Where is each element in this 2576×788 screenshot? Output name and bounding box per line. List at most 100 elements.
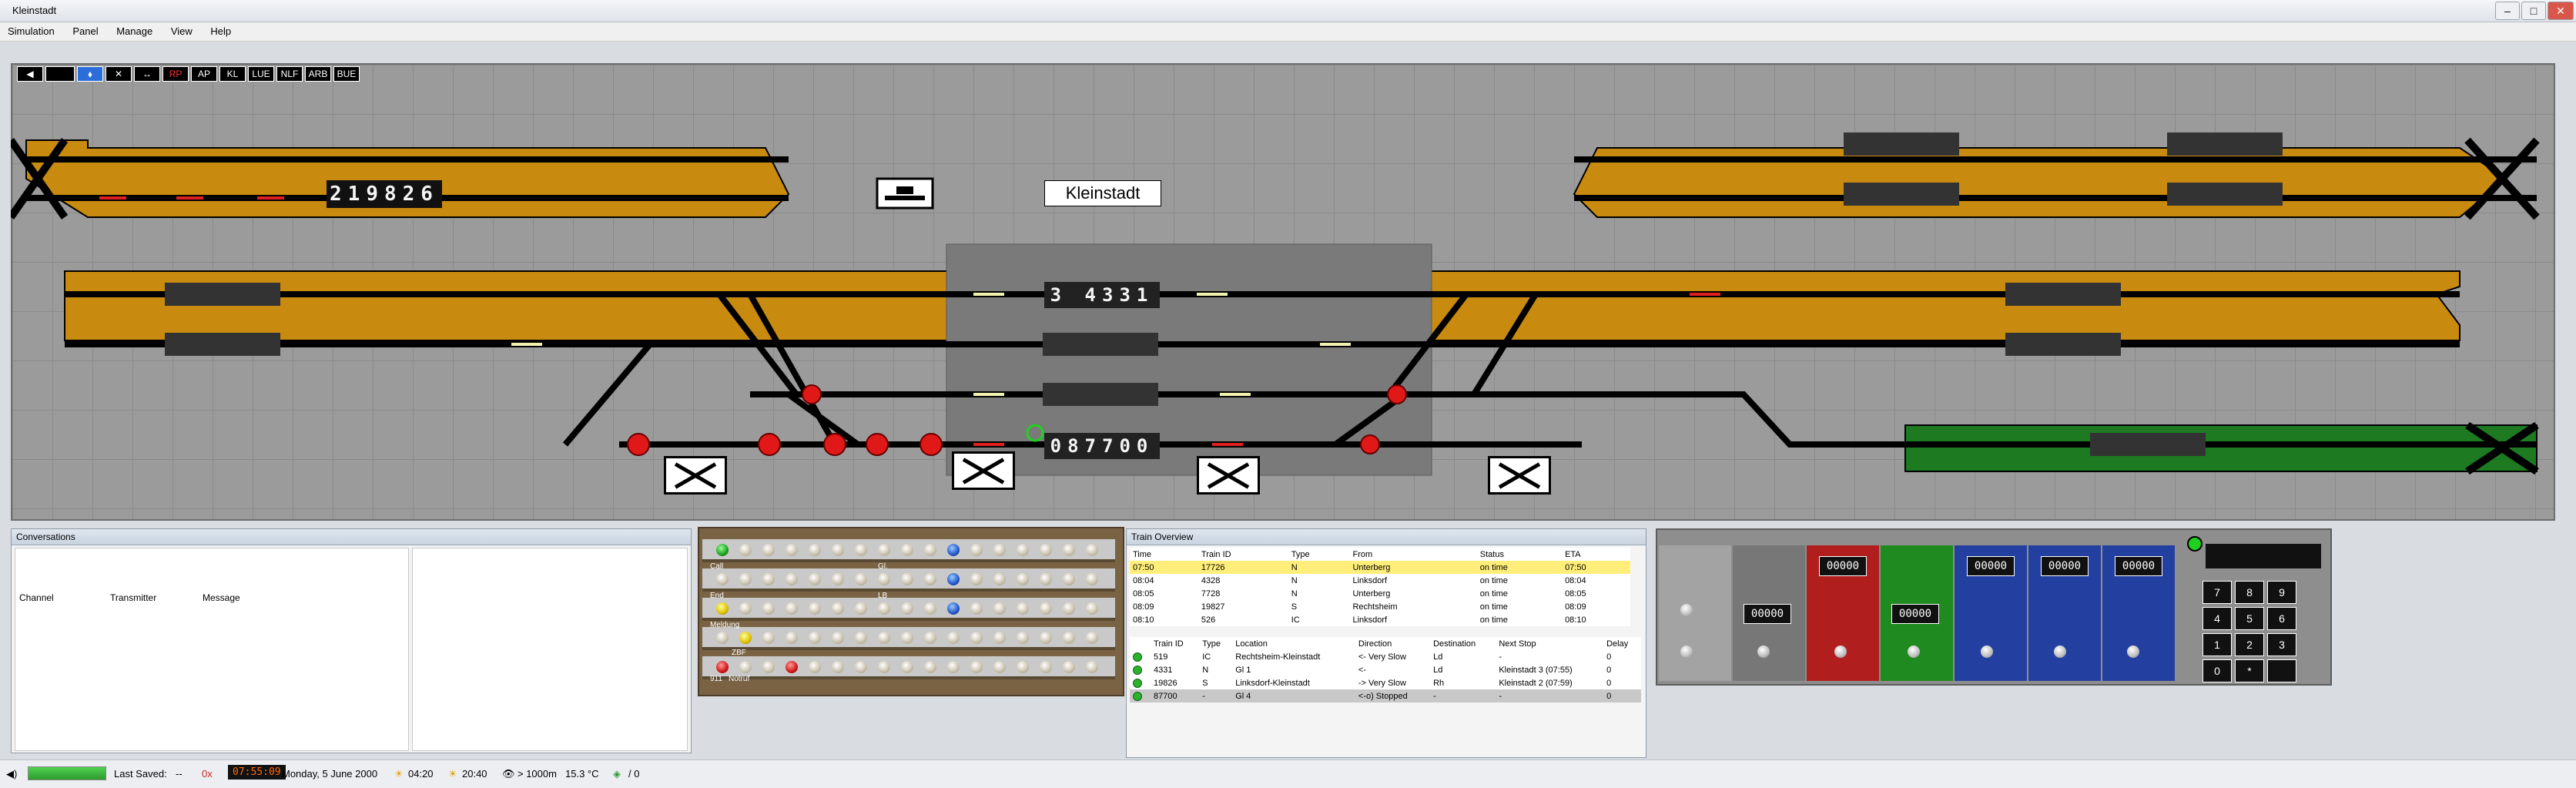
- menu-manage[interactable]: Manage: [109, 22, 160, 40]
- level-crossing-2[interactable]: [952, 451, 1015, 490]
- indicator-lamp-icon[interactable]: [716, 573, 729, 585]
- table-row[interactable]: 07:50 17726 N Unterberg on time 07:50: [1130, 561, 1630, 574]
- indicator-lamp-icon[interactable]: [1086, 602, 1098, 615]
- indicator-lamp-icon[interactable]: [924, 632, 936, 644]
- level-crossing-4[interactable]: [1488, 456, 1551, 495]
- key-star[interactable]: *: [2235, 659, 2264, 682]
- table-row[interactable]: 08:10 526 IC Linksdorf on time 08:10: [1130, 613, 1630, 626]
- indicator-lamp-icon[interactable]: [762, 602, 775, 615]
- indicator-lamp-icon[interactable]: [1017, 573, 1029, 585]
- col-from[interactable]: From: [1349, 548, 1476, 561]
- panel-cross-button[interactable]: ✕: [106, 66, 132, 82]
- indicator-lamp-icon[interactable]: [993, 632, 1006, 644]
- indicator-lamp-icon[interactable]: [947, 573, 960, 585]
- indicator-lamp-icon[interactable]: [739, 602, 752, 615]
- key-0[interactable]: 0: [2202, 659, 2232, 682]
- indicator-lamp-icon[interactable]: [1086, 661, 1098, 673]
- indicator-lamp-icon[interactable]: [993, 602, 1006, 615]
- indicator-lamp-icon[interactable]: [716, 544, 729, 556]
- indicator-lamp-icon[interactable]: [716, 661, 729, 673]
- panel-diamond-button[interactable]: ⬧: [77, 66, 103, 82]
- indicator-lamp-icon[interactable]: [1086, 632, 1098, 644]
- key-5[interactable]: 5: [2235, 607, 2264, 630]
- indicator-lamp-icon[interactable]: [1040, 661, 1052, 673]
- indicator-lamp-icon[interactable]: [1063, 573, 1075, 585]
- indicator-lamp-icon[interactable]: [739, 544, 752, 556]
- indicator-lamp-icon[interactable]: [1017, 602, 1029, 615]
- key-1[interactable]: 1: [2202, 633, 2232, 656]
- indicator-lamp-icon[interactable]: [1040, 602, 1052, 615]
- indicator-lamp-icon[interactable]: [1017, 632, 1029, 644]
- panel-nlf-button[interactable]: NLF: [276, 66, 303, 82]
- indicator-lamp-icon[interactable]: [809, 602, 821, 615]
- indicator-lamp-icon[interactable]: [832, 632, 844, 644]
- menu-help[interactable]: Help: [203, 22, 239, 40]
- indicator-lamp-icon[interactable]: [924, 661, 936, 673]
- indicator-lamp-icon[interactable]: [924, 573, 936, 585]
- key-7[interactable]: 7: [2202, 581, 2232, 604]
- close-button[interactable]: ✕: [2548, 2, 2574, 20]
- col-destination[interactable]: Destination: [1430, 637, 1496, 650]
- indicator-lamp-icon[interactable]: [786, 573, 798, 585]
- key-2[interactable]: 2: [2235, 633, 2264, 656]
- col-status[interactable]: Status: [1477, 548, 1562, 561]
- indicator-lamp-icon[interactable]: [878, 602, 890, 615]
- indicator-lamp-icon[interactable]: [1063, 602, 1075, 615]
- key-3[interactable]: 3: [2267, 633, 2296, 656]
- col-next-stop[interactable]: Next Stop: [1496, 637, 1603, 650]
- panel-lue-button[interactable]: LUE: [248, 66, 274, 82]
- indicator-lamp-icon[interactable]: [970, 661, 983, 673]
- column-transmitter[interactable]: Transmitter: [110, 592, 156, 603]
- indicator-lamp-icon[interactable]: [832, 573, 844, 585]
- table-row[interactable]: 87700- Gl 4 <-o) Stopped - -0: [1130, 689, 1641, 702]
- indicator-lamp-icon[interactable]: [1040, 573, 1052, 585]
- table-row[interactable]: 4331 N Gl 1 <- Ld Kleinstadt 3 (07:55) 0: [1130, 663, 1641, 676]
- indicator-lamp-icon[interactable]: [878, 632, 890, 644]
- indicator-lamp-icon[interactable]: [1086, 573, 1098, 585]
- col-location[interactable]: Location: [1232, 637, 1355, 650]
- indicator-lamp-icon[interactable]: [832, 602, 844, 615]
- indicator-lamp-icon[interactable]: [901, 573, 913, 585]
- table-row[interactable]: 19826 S Linksdorf-Kleinstadt -> Very Slow Rh…: [1130, 676, 1641, 689]
- sim-speed[interactable]: 0x: [202, 768, 213, 780]
- panel-back-button[interactable]: ◀: [17, 66, 43, 82]
- menu-simulation[interactable]: Simulation: [0, 22, 62, 40]
- indicator-lamp-icon[interactable]: [901, 544, 913, 556]
- indicator-lamp-icon[interactable]: [1017, 661, 1029, 673]
- indicator-lamp-icon[interactable]: [762, 661, 775, 673]
- track-diagram[interactable]: [11, 63, 2552, 518]
- indicator-lamp-icon[interactable]: [786, 544, 798, 556]
- maximize-button[interactable]: □: [2521, 2, 2546, 20]
- col-delay[interactable]: Delay: [1603, 637, 1641, 650]
- indicator-lamp-icon[interactable]: [786, 661, 798, 673]
- col-train-id[interactable]: Train ID: [1198, 548, 1288, 561]
- indicator-lamp-icon[interactable]: [970, 544, 983, 556]
- indicator-lamp-icon[interactable]: [786, 602, 798, 615]
- button-knob-icon[interactable]: [1757, 645, 1770, 658]
- indicator-lamp-icon[interactable]: [739, 661, 752, 673]
- indicator-lamp-icon[interactable]: [901, 632, 913, 644]
- button-knob-icon[interactable]: [1981, 645, 1993, 658]
- col-type[interactable]: Type: [1199, 637, 1232, 650]
- button-knob-icon[interactable]: [2054, 645, 2066, 658]
- panel-swap-button[interactable]: ↔: [134, 66, 160, 82]
- indicator-lamp-icon[interactable]: [855, 602, 867, 615]
- indicator-lamp-icon[interactable]: [762, 573, 775, 585]
- indicator-lamp-icon[interactable]: [947, 602, 960, 615]
- key-4[interactable]: 4: [2202, 607, 2232, 630]
- indicator-lamp-icon[interactable]: [924, 544, 936, 556]
- indicator-lamp-icon[interactable]: [947, 632, 960, 644]
- indicator-lamp-icon[interactable]: [1017, 544, 1029, 556]
- indicator-lamp-icon[interactable]: [970, 632, 983, 644]
- col-type[interactable]: Type: [1288, 548, 1350, 561]
- table-row[interactable]: 08:04 4328 N Linksdorf on time 08:04: [1130, 574, 1630, 587]
- panel-ap-button[interactable]: AP: [191, 66, 217, 82]
- indicator-lamp-icon[interactable]: [993, 573, 1006, 585]
- indicator-lamp-icon[interactable]: [1040, 632, 1052, 644]
- train-positions-table[interactable]: Train ID Type Location Direction Destina…: [1130, 637, 1641, 702]
- indicator-lamp-icon[interactable]: [832, 661, 844, 673]
- button-knob-icon[interactable]: [1834, 645, 1847, 658]
- col-direction[interactable]: Direction: [1355, 637, 1430, 650]
- button-knob-icon[interactable]: [1908, 645, 1920, 658]
- level-crossing-1[interactable]: [664, 456, 727, 495]
